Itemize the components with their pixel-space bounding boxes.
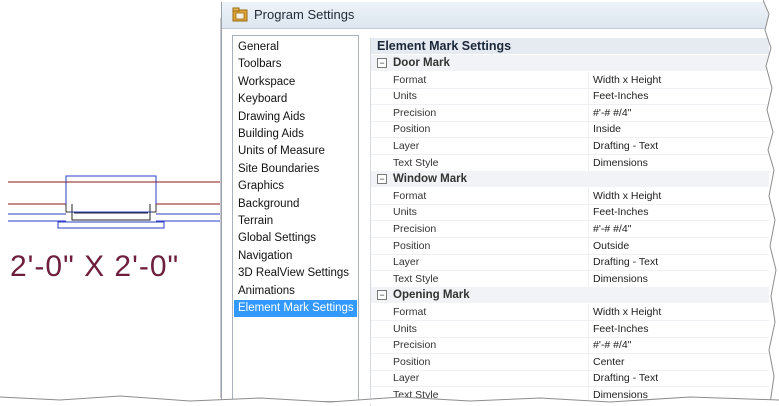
section-header[interactable]: − Window Mark	[371, 171, 769, 188]
property-value[interactable]: Dimensions	[588, 154, 763, 171]
property-name: Text Style	[393, 272, 439, 285]
nav-item-3d-realview-settings[interactable]: 3D RealView Settings	[234, 265, 357, 282]
property-grid-title: Element Mark Settings	[371, 38, 769, 54]
collapse-toggle-icon[interactable]: −	[377, 58, 387, 68]
property-value[interactable]: Feet-Inches	[588, 320, 763, 337]
property-name: Position	[393, 239, 431, 252]
nav-item-terrain[interactable]: Terrain	[234, 213, 357, 230]
nav-item-toolbars[interactable]: Toolbars	[234, 56, 357, 73]
nav-item-workspace[interactable]: Workspace	[234, 74, 357, 91]
property-name: Layer	[393, 372, 420, 385]
nav-item-animations[interactable]: Animations	[234, 283, 357, 300]
element-mark-property-grid: Element Mark Settings − Door Mark Format Wi…	[370, 38, 769, 406]
floor-plan-drawing	[8, 175, 220, 229]
property-name: Position	[393, 355, 431, 368]
property-row[interactable]: Format Width x Height	[371, 187, 769, 205]
property-row[interactable]: Precision #'-# #/4"	[371, 104, 769, 122]
dialog-title: Program Settings	[254, 7, 355, 22]
collapse-toggle-icon[interactable]: −	[377, 290, 387, 301]
property-row[interactable]: Layer Drafting - Text	[371, 254, 769, 272]
collapse-toggle-icon[interactable]: −	[377, 174, 387, 185]
section-label: Door Mark	[393, 57, 450, 69]
property-value[interactable]: Feet-Inches	[588, 204, 763, 221]
torn-edge-right	[763, 0, 779, 404]
property-value[interactable]: #'-# #/4"	[588, 104, 763, 121]
property-value[interactable]: Dimensions	[588, 270, 763, 287]
property-name: Units	[393, 322, 417, 335]
property-name: Precision	[393, 223, 437, 235]
property-value[interactable]: Outside	[588, 237, 763, 254]
property-name: Units	[393, 90, 417, 103]
property-value[interactable]: Feet-Inches	[588, 88, 763, 105]
property-name: Text Style	[393, 156, 439, 169]
nav-item-building-aids[interactable]: Building Aids	[234, 126, 357, 143]
property-row[interactable]: Units Feet-Inches	[371, 88, 769, 106]
property-value[interactable]: Width x Height	[588, 304, 763, 320]
property-row[interactable]: Units Feet-Inches	[371, 320, 769, 338]
property-row[interactable]: Layer Drafting - Text	[371, 138, 769, 155]
property-row[interactable]: Format Width x Height	[371, 71, 769, 89]
property-row[interactable]: Position Center	[371, 353, 769, 371]
section-header[interactable]: − Door Mark	[371, 55, 769, 71]
property-name: Layer	[393, 140, 420, 152]
property-name: Position	[393, 123, 431, 136]
property-value[interactable]: #'-# #/4"	[588, 337, 763, 354]
property-value[interactable]: Center	[588, 353, 763, 370]
property-value[interactable]: Inside	[588, 121, 763, 138]
property-name: Format	[393, 189, 427, 202]
settings-folder-icon	[232, 7, 248, 22]
property-value[interactable]: Drafting - Text	[588, 370, 763, 387]
nav-item-drawing-aids[interactable]: Drawing Aids	[234, 109, 357, 126]
property-row[interactable]: Precision #'-# #/4"	[371, 337, 769, 355]
nav-item-global-settings[interactable]: Global Settings	[234, 230, 357, 247]
nav-item-graphics[interactable]: Graphics	[234, 178, 357, 195]
property-row[interactable]: Position Inside	[371, 121, 769, 139]
property-value[interactable]: Drafting - Text	[588, 138, 763, 154]
nav-item-site-boundaries[interactable]: Site Boundaries	[234, 161, 357, 178]
dimension-label: 2'-0" X 2'-0"	[10, 250, 180, 283]
property-row[interactable]: Units Feet-Inches	[371, 204, 769, 222]
property-row[interactable]: Layer Drafting - Text	[371, 370, 769, 388]
property-name: Units	[393, 206, 417, 219]
property-value[interactable]: Width x Height	[588, 71, 763, 88]
nav-item-general[interactable]: General	[234, 39, 357, 56]
property-row[interactable]: Format Width x Height	[371, 304, 769, 321]
nav-item-keyboard[interactable]: Keyboard	[234, 91, 357, 108]
property-name: Precision	[393, 339, 437, 352]
property-name: Format	[393, 73, 427, 86]
property-value[interactable]: Drafting - Text	[588, 254, 763, 271]
property-value[interactable]: Width x Height	[588, 187, 763, 204]
torn-edge-bottom	[0, 395, 779, 404]
cad-drawing-area[interactable]: 2'-0" X 2'-0"	[8, 18, 221, 398]
property-name: Format	[393, 306, 427, 318]
program-settings-dialog: Program Settings General Toolbars Workspac…	[221, 2, 769, 406]
nav-item-background[interactable]: Background	[234, 196, 357, 213]
property-value[interactable]: #'-# #/4"	[588, 221, 763, 237]
section-header[interactable]: − Opening Mark	[371, 287, 769, 304]
property-name: Precision	[393, 106, 437, 119]
settings-category-list[interactable]: General Toolbars Workspace Keyboard Drawing …	[232, 35, 359, 402]
section-label: Opening Mark	[393, 289, 470, 302]
property-row[interactable]: Position Outside	[371, 237, 769, 255]
dialog-titlebar[interactable]: Program Settings	[222, 2, 768, 29]
nav-item-navigation[interactable]: Navigation	[234, 248, 357, 265]
section-label: Window Mark	[393, 173, 468, 186]
property-row[interactable]: Text Style Dimensions	[371, 270, 769, 288]
nav-item-units-of-measure[interactable]: Units of Measure	[234, 143, 357, 160]
nav-item-element-mark-settings[interactable]: Element Mark Settings	[234, 300, 357, 317]
property-row[interactable]: Precision #'-# #/4"	[371, 221, 769, 238]
property-row[interactable]: Text Style Dimensions	[371, 154, 769, 172]
property-name: Layer	[393, 256, 420, 269]
